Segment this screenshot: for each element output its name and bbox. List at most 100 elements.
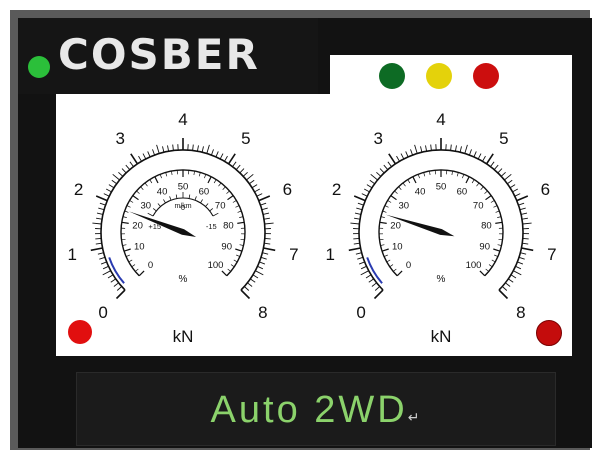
outer-minor-tick xyxy=(357,202,364,206)
outer-minor-tick xyxy=(374,286,380,291)
inner-major-tick xyxy=(235,248,243,252)
sub-scale-unit: m/km xyxy=(174,203,191,210)
inner-minor-tick xyxy=(494,254,499,257)
inner-scale-label: 10 xyxy=(392,242,403,253)
inner-minor-tick xyxy=(485,268,490,272)
inner-minor-tick xyxy=(382,210,387,213)
outer-minor-tick xyxy=(206,144,210,154)
inner-minor-tick xyxy=(380,244,385,246)
inner-minor-tick xyxy=(239,216,244,218)
outer-minor-tick xyxy=(100,261,107,265)
outer-minor-tick xyxy=(247,282,253,287)
inner-scale-label: 70 xyxy=(473,201,484,212)
outer-minor-tick xyxy=(138,155,142,162)
outer-major-tick xyxy=(353,195,366,202)
outer-minor-tick xyxy=(505,282,511,287)
outer-scale-label: 7 xyxy=(547,245,556,264)
outer-minor-tick xyxy=(102,270,111,276)
inner-minor-tick xyxy=(128,259,133,263)
outer-minor-tick xyxy=(490,161,495,167)
inner-scale-label: 100 xyxy=(208,260,224,271)
outer-minor-tick xyxy=(118,171,124,177)
inner-major-tick xyxy=(493,248,501,252)
inner-major-tick xyxy=(396,270,403,277)
outer-minor-tick xyxy=(113,282,119,287)
outer-minor-tick xyxy=(105,188,112,193)
inner-minor-tick xyxy=(233,259,238,263)
outer-minor-tick xyxy=(468,149,472,156)
inner-scale-label: 0 xyxy=(406,260,411,271)
outer-minor-tick xyxy=(354,212,361,215)
outer-minor-tick xyxy=(260,202,267,206)
outer-scale-label: 1 xyxy=(325,245,334,264)
outer-scale-label: 5 xyxy=(241,129,250,148)
inner-minor-tick xyxy=(429,171,431,176)
inner-minor-tick xyxy=(456,172,459,177)
inner-scale-label: 60 xyxy=(457,187,468,198)
outer-minor-tick xyxy=(112,173,120,181)
sub-scale-tick xyxy=(163,199,166,204)
screen-frame: COSBER 0 1 2 3 4 5 6 7 8 0 10 20 30 40 50 60 70 80 90 100 +1… xyxy=(0,0,603,458)
outer-minor-tick xyxy=(509,184,516,189)
outer-minor-tick xyxy=(156,144,160,154)
outer-minor-tick xyxy=(464,144,468,154)
outer-scale-label: 3 xyxy=(373,129,382,148)
outer-minor-tick xyxy=(497,168,503,174)
inner-scale-label: 70 xyxy=(215,201,226,212)
inner-scale-label: 60 xyxy=(199,187,210,198)
outer-minor-tick xyxy=(370,173,378,181)
inner-scale-label: 90 xyxy=(479,242,490,253)
inner-unit-label: % xyxy=(437,274,446,285)
outer-scale-label: 4 xyxy=(178,110,187,129)
inner-minor-tick xyxy=(498,238,503,241)
outer-minor-tick xyxy=(510,274,517,279)
outer-major-tick xyxy=(115,289,126,300)
outer-minor-tick xyxy=(513,270,522,276)
outer-major-tick xyxy=(498,289,509,300)
inner-minor-tick xyxy=(491,259,496,263)
sub-scale-tick xyxy=(194,196,197,201)
inner-minor-tick xyxy=(497,244,502,246)
outer-scale-label: 6 xyxy=(541,180,550,199)
outer-scale-label: 2 xyxy=(332,180,341,199)
inner-scale-label: 40 xyxy=(415,187,426,198)
outer-minor-tick xyxy=(517,261,524,265)
outer-minor-tick xyxy=(129,161,134,167)
inner-minor-tick xyxy=(218,182,222,187)
outer-minor-tick xyxy=(360,265,367,270)
outer-minor-tick xyxy=(264,237,271,240)
outer-minor-tick xyxy=(172,144,174,151)
inner-minor-tick xyxy=(423,172,426,177)
outer-minor-tick xyxy=(192,144,194,151)
left-force-gauge: 012345678010203040 50 60708090100+150-15m/… xyxy=(67,110,298,346)
outer-major-tick xyxy=(485,153,494,165)
outer-minor-tick xyxy=(263,212,270,215)
sub-scale-tick xyxy=(175,194,178,199)
outer-major-tick xyxy=(521,247,534,252)
outer-major-tick xyxy=(90,247,103,252)
outer-minor-tick xyxy=(147,151,151,158)
inner-unit-label: % xyxy=(179,274,188,285)
outer-minor-tick xyxy=(239,168,245,174)
outer-major-tick xyxy=(348,247,361,252)
outer-minor-tick xyxy=(252,274,259,279)
inner-minor-tick xyxy=(226,190,230,194)
inner-minor-tick xyxy=(227,268,232,272)
inner-minor-tick xyxy=(417,174,420,179)
inner-minor-tick xyxy=(240,238,245,241)
outer-minor-tick xyxy=(246,173,254,181)
outer-minor-tick xyxy=(260,256,267,260)
outer-major-tick xyxy=(227,153,236,165)
outer-minor-tick xyxy=(111,179,117,185)
outer-scale-label: 4 xyxy=(436,110,445,129)
inner-scale-label: 30 xyxy=(141,201,152,212)
outer-minor-tick xyxy=(368,278,374,283)
outer-minor-tick xyxy=(257,265,264,270)
outer-minor-tick xyxy=(250,278,256,283)
inner-scale-label: 50 xyxy=(178,182,189,193)
sub-scale-tick xyxy=(205,203,209,207)
inner-minor-tick xyxy=(236,254,241,257)
inner-major-tick xyxy=(381,248,389,252)
red-alarm-icon xyxy=(68,320,92,344)
outer-minor-tick xyxy=(430,144,432,151)
